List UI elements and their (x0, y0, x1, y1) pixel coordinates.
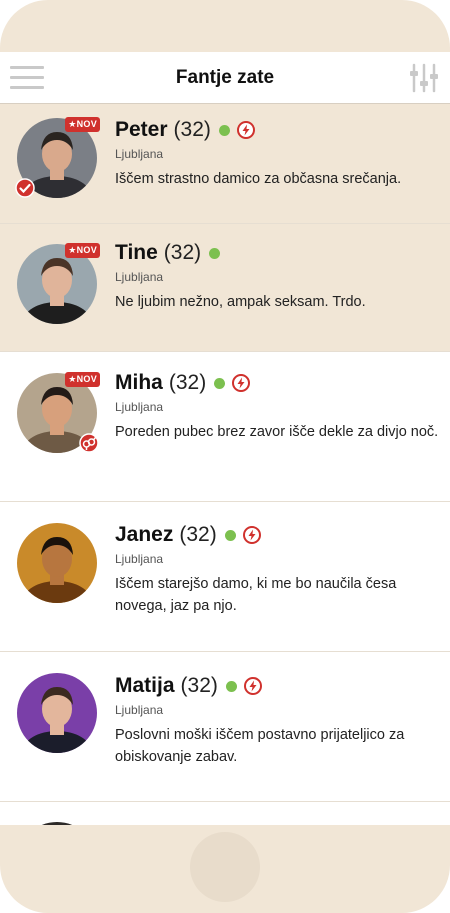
new-badge-label: NOV (76, 119, 97, 129)
list-item[interactable] (0, 802, 450, 825)
list-item[interactable]: ★NOV Tine (32) Ljubljana Ne ljubim nežno, am… (0, 224, 450, 352)
user-age: (32) (173, 118, 211, 141)
app-screen: Fantje zate ★NOVPeter(32)LjubljanaIš (0, 52, 450, 825)
user-name[interactable]: Janez (115, 523, 173, 547)
new-badge-label: NOV (76, 374, 97, 384)
user-info: Peter (32) Ljubljana Iščem strastno damico … (115, 116, 440, 190)
user-name[interactable]: Matija (115, 674, 175, 698)
phone-bottom-bar (0, 825, 450, 913)
online-status-dot (214, 377, 226, 389)
user-bio: Poslovni moški iščem postavno prijatelji… (115, 727, 405, 765)
online-status-dot (209, 247, 221, 259)
user-age: (32) (163, 241, 202, 264)
user-city: Ljubljana (115, 703, 164, 717)
avatar-container[interactable] (17, 673, 97, 753)
avatar-container[interactable]: ★NOV (17, 243, 100, 324)
user-city: Ljubljana (115, 552, 164, 566)
hamburger-menu-icon[interactable] (10, 66, 44, 90)
phone-frame: Fantje zate ★NOVPeter(32)LjubljanaIš (0, 0, 450, 913)
online-status-dot (225, 680, 237, 692)
star-icon: ★ (68, 245, 77, 255)
user-bio: Ne ljubim nežno, ampak seksam. Trdo. (115, 294, 366, 310)
home-button[interactable] (190, 832, 260, 902)
avatar-container[interactable]: ★NOV (15, 117, 100, 198)
flash-lightning-icon[interactable] (236, 121, 255, 139)
avatar-container[interactable] (17, 523, 97, 603)
list-item[interactable]: ★NOV Miha (32) Ljubljana Poreden pubec brez … (0, 352, 450, 502)
user-info: Tine (32) Ljubljana Ne ljubim nežno, ampak … (115, 239, 440, 313)
verified-check-icon (15, 178, 35, 198)
page-title: Fantje zate (175, 66, 275, 88)
user-age: (32) (179, 523, 217, 546)
avatar[interactable] (17, 673, 97, 753)
list-item[interactable]: ★NOV Peter (32) Ljubljana Iščem strastno dam… (0, 104, 450, 224)
user-bio: Iščem starejšo damo, ki me bo naučila če… (115, 576, 397, 614)
app-header: Fantje zate (0, 52, 450, 104)
name-row: Miha (32) (115, 369, 440, 397)
user-city: Ljubljana (115, 270, 164, 284)
online-status-dot (218, 124, 230, 136)
couple-gender-icon (79, 433, 99, 453)
user-city: Ljubljana (115, 400, 164, 414)
star-icon: ★ (68, 119, 77, 129)
flash-lightning-icon[interactable] (243, 677, 262, 695)
user-list: ★NOV Peter (32) Ljubljana Iščem strastno dam… (0, 104, 450, 825)
new-badge: ★NOV (65, 372, 100, 387)
list-item[interactable]: Matija (32) Ljubljana Poslovni moški iščem … (0, 652, 450, 802)
user-bio: Iščem strastno damico za občasna srečanj… (115, 171, 402, 187)
user-age: (32) (180, 674, 218, 697)
new-badge: ★NOV (65, 117, 100, 132)
user-info: Janez (32) Ljubljana Iščem starejšo damo, k… (115, 521, 440, 617)
avatar[interactable] (17, 523, 97, 603)
list-item[interactable]: Janez (32) Ljubljana Iščem starejšo damo, k… (0, 502, 450, 652)
user-name[interactable]: Miha (115, 371, 163, 395)
new-badge-label: NOV (76, 245, 97, 255)
avatar-container[interactable]: ★NOV (17, 372, 100, 453)
user-name[interactable]: Tine (115, 241, 158, 265)
online-status-dot (224, 529, 236, 541)
name-row: Peter (32) (115, 116, 440, 144)
new-badge: ★NOV (65, 243, 100, 258)
user-info: Miha (32) Ljubljana Poreden pubec brez zavo… (115, 369, 440, 443)
sliders-filter-icon[interactable] (408, 62, 440, 94)
user-name[interactable]: Peter (115, 118, 168, 142)
name-row: Janez (32) (115, 521, 440, 549)
star-icon: ★ (68, 374, 77, 384)
user-info: Matija (32) Ljubljana Poslovni moški iščem … (115, 672, 440, 768)
name-row: Matija (32) (115, 672, 440, 700)
user-city: Ljubljana (115, 147, 164, 161)
flash-lightning-icon[interactable] (232, 374, 251, 392)
flash-lightning-icon[interactable] (242, 526, 261, 544)
name-row: Tine (32) (115, 239, 440, 267)
user-bio: Poreden pubec brez zavor išče dekle za d… (115, 424, 439, 440)
user-age: (32) (168, 371, 207, 394)
